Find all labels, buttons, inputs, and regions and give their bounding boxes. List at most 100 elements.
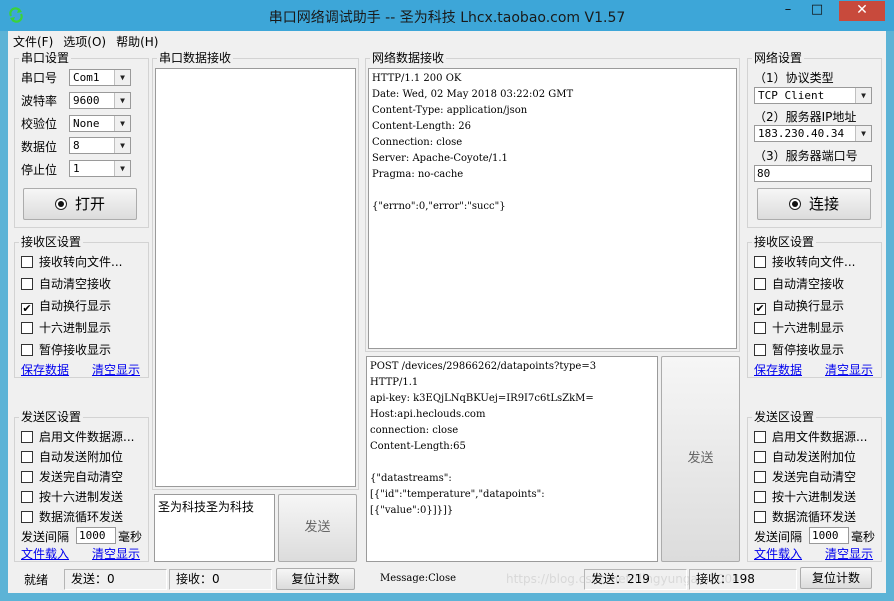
- network-send-button[interactable]: 发送: [661, 356, 740, 562]
- checkbox-icon[interactable]: [754, 511, 766, 523]
- left-send-option-3[interactable]: 按十六进制发送: [21, 488, 123, 505]
- stopbits-label: 停止位: [21, 163, 58, 177]
- checkbox-icon[interactable]: [754, 451, 766, 463]
- databits-select[interactable]: 8 ▼: [69, 137, 131, 154]
- option-label: 按十六进制发送: [772, 490, 857, 504]
- checkbox-icon[interactable]: [754, 256, 766, 268]
- checkbox-icon[interactable]: [754, 471, 766, 483]
- right-interval-input[interactable]: 1000: [809, 527, 849, 544]
- checkbox-icon[interactable]: [21, 344, 33, 356]
- checkbox-icon[interactable]: [754, 278, 766, 290]
- option-label: 发送完自动清空: [39, 470, 124, 484]
- right-save-data-link[interactable]: 保存数据: [754, 361, 802, 378]
- right-interval-unit: 毫秒: [851, 530, 876, 544]
- menu-help[interactable]: 帮助(H): [111, 31, 163, 52]
- minimize-button[interactable]: –: [774, 1, 802, 21]
- left-save-data-link[interactable]: 保存数据: [21, 361, 69, 378]
- network-receive-area[interactable]: HTTP/1.1 200 OK Date: Wed, 02 May 2018 0…: [368, 68, 737, 349]
- checkbox-icon[interactable]: [21, 278, 33, 290]
- option-label: 启用文件数据源...: [39, 430, 135, 444]
- checkbox-icon[interactable]: [21, 491, 33, 503]
- left-send-option-0[interactable]: 启用文件数据源...: [21, 428, 134, 445]
- left-recv-clear-link[interactable]: 清空显示: [92, 361, 140, 378]
- right-send-option-2[interactable]: 发送完自动清空: [754, 468, 856, 485]
- left-interval-unit: 毫秒: [118, 530, 143, 544]
- left-send-option-2[interactable]: 发送完自动清空: [21, 468, 123, 485]
- checkbox-icon[interactable]: [754, 322, 766, 334]
- baud-select[interactable]: 9600 ▼: [69, 92, 131, 109]
- server-port-label: （3）服务器端口号: [754, 149, 858, 163]
- serial-send-button[interactable]: 发送: [278, 494, 357, 562]
- right-recv-option-3[interactable]: 十六进制显示: [754, 319, 844, 336]
- left-recv-option-4[interactable]: 暂停接收显示: [21, 341, 111, 358]
- right-recv-clear-link[interactable]: 清空显示: [825, 361, 873, 378]
- parity-value: None: [73, 117, 100, 130]
- open-port-button[interactable]: 打开: [23, 188, 137, 220]
- checkbox-icon[interactable]: [21, 511, 33, 523]
- option-label: 自动清空接收: [772, 277, 845, 291]
- checkbox-icon[interactable]: [21, 431, 33, 443]
- left-send-option-1[interactable]: 自动发送附加位: [21, 448, 123, 465]
- left-recv-option-0[interactable]: 接收转向文件...: [21, 253, 122, 270]
- connect-button[interactable]: 连接: [757, 188, 871, 220]
- checkbox-icon[interactable]: [21, 471, 33, 483]
- chevron-down-icon: ▼: [114, 93, 130, 108]
- right-send-option-4[interactable]: 数据流循环发送: [754, 508, 856, 525]
- left-recv-option-2[interactable]: ✔ 自动换行显示: [21, 297, 111, 315]
- right-recv-option-2[interactable]: ✔ 自动换行显示: [754, 297, 844, 315]
- option-label: 自动发送附加位: [39, 450, 124, 464]
- menu-options[interactable]: 选项(O): [58, 31, 111, 52]
- menu-file[interactable]: 文件(F): [8, 31, 58, 52]
- port-select[interactable]: Com1 ▼: [69, 69, 131, 86]
- checkbox-icon[interactable]: [754, 344, 766, 356]
- checkbox-icon[interactable]: [754, 431, 766, 443]
- server-ip-select[interactable]: 183.230.40.34 ▼: [754, 125, 872, 142]
- close-button[interactable]: ✕: [839, 1, 885, 21]
- network-receive-title: 网络数据接收: [370, 51, 447, 65]
- option-label: 数据流循环发送: [772, 510, 857, 524]
- serial-reset-count-button[interactable]: 复位计数: [276, 568, 355, 590]
- chevron-down-icon: ▼: [114, 70, 130, 85]
- open-port-label: 打开: [74, 195, 105, 213]
- serial-receive-area[interactable]: [155, 68, 356, 487]
- option-label: 按十六进制发送: [39, 490, 124, 504]
- stopbits-value: 1: [73, 162, 80, 175]
- parity-select[interactable]: None ▼: [69, 115, 131, 132]
- left-send-clear-link[interactable]: 清空显示: [92, 545, 140, 562]
- left-send-option-4[interactable]: 数据流循环发送: [21, 508, 123, 525]
- right-file-load-link[interactable]: 文件载入: [754, 545, 802, 562]
- checkbox-checked-icon[interactable]: ✔: [754, 303, 766, 315]
- protocol-select[interactable]: TCP Client ▼: [754, 87, 872, 104]
- network-send-input[interactable]: POST /devices/29866262/datapoints?type=3…: [366, 356, 658, 562]
- checkbox-checked-icon[interactable]: ✔: [21, 303, 33, 315]
- left-send-settings-title: 发送区设置: [19, 410, 84, 424]
- stopbits-select[interactable]: 1 ▼: [69, 160, 131, 177]
- option-label: 暂停接收显示: [772, 343, 845, 357]
- right-recv-option-0[interactable]: 接收转向文件...: [754, 253, 855, 270]
- port-label: 串口号: [21, 71, 58, 85]
- right-send-option-0[interactable]: 启用文件数据源...: [754, 428, 867, 445]
- right-send-clear-link[interactable]: 清空显示: [825, 545, 873, 562]
- left-file-load-link[interactable]: 文件载入: [21, 545, 69, 562]
- option-label: 十六进制显示: [772, 321, 845, 335]
- checkbox-icon[interactable]: [21, 322, 33, 334]
- checkbox-icon[interactable]: [754, 491, 766, 503]
- right-send-option-1[interactable]: 自动发送附加位: [754, 448, 856, 465]
- option-label: 启用文件数据源...: [772, 430, 868, 444]
- maximize-button[interactable]: □: [803, 1, 831, 21]
- protocol-value: TCP Client: [758, 89, 825, 102]
- option-label: 自动换行显示: [39, 299, 112, 313]
- menu-bar: 文件(F) 选项(O) 帮助(H): [8, 31, 163, 51]
- left-recv-option-1[interactable]: 自动清空接收: [21, 275, 111, 292]
- right-send-option-3[interactable]: 按十六进制发送: [754, 488, 856, 505]
- network-reset-count-button[interactable]: 复位计数: [800, 567, 872, 589]
- checkbox-icon[interactable]: [21, 451, 33, 463]
- server-port-input[interactable]: 80: [754, 165, 872, 182]
- serial-send-input[interactable]: 圣为科技圣为科技: [154, 494, 275, 562]
- checkbox-icon[interactable]: [21, 256, 33, 268]
- left-interval-input[interactable]: 1000: [76, 527, 116, 544]
- right-recv-option-1[interactable]: 自动清空接收: [754, 275, 844, 292]
- right-recv-option-4[interactable]: 暂停接收显示: [754, 341, 844, 358]
- left-recv-option-3[interactable]: 十六进制显示: [21, 319, 111, 336]
- left-interval-label: 发送间隔: [21, 530, 70, 544]
